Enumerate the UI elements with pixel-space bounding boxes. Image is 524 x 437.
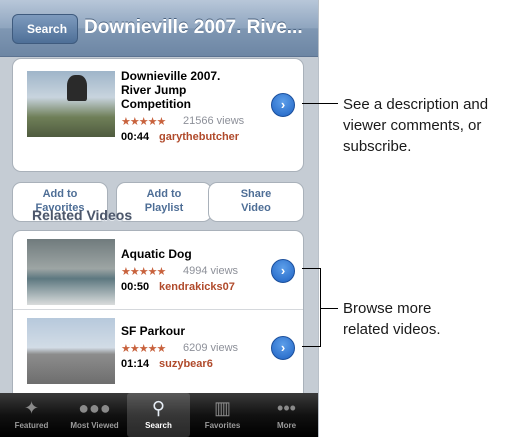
video-detail-card[interactable]: Downieville 2007. River Jump Competition… [12,58,304,172]
rating-stars: ★★★★★ [121,116,166,128]
tab-most-viewed[interactable]: ●●● Most Viewed [63,393,126,437]
related-videos-header: Related Videos [32,207,133,223]
view-count: 21566 views [183,115,245,127]
tab-bar: ✦ Featured ●●● Most Viewed ⚲ Search ▥ Fa… [0,393,318,437]
callout-description-line-3: subscribe. [343,138,412,155]
related-video-row[interactable]: Aquatic Dog ★★★★★ 4994 views 00:50 kendr… [13,231,303,310]
related-videos-list: Aquatic Dog ★★★★★ 4994 views 00:50 kendr… [12,230,304,402]
callout-line-top [302,103,338,104]
related-video-thumbnail[interactable] [27,239,115,305]
related-video-thumbnail[interactable] [27,318,115,384]
video-title-line-2: River Jump [121,83,187,97]
related-video-duration: 01:14 [121,358,150,370]
favorites-icon: ▥ [213,398,231,418]
detail-disclosure-button[interactable]: › [271,93,295,117]
share-video-line-1: Share [240,188,272,200]
add-to-favorites-line-1: Add to [42,188,78,200]
related-video-user[interactable]: suzybear6 [159,358,213,370]
related-video-title: SF Parkour [121,324,186,338]
most-viewed-icon: ●●● [78,398,111,418]
related-video-row[interactable]: SF Parkour ★★★★★ 6209 views 01:14 suzybe… [13,310,303,388]
callout-bracket-bottom [302,346,320,347]
video-thumbnail[interactable] [27,71,115,137]
video-user[interactable]: garythebutcher [159,131,239,143]
callout-bracket-top [302,268,320,269]
more-icon: ••• [277,398,296,418]
related-video-stars: ★★★★★ [121,266,166,278]
featured-icon: ✦ [23,398,40,418]
page-title: Downieville 2007. Rive... [84,17,303,38]
phone-screen: Search Downieville 2007. Rive... Downiev… [0,0,319,437]
video-duration: 00:44 [121,131,150,143]
tab-favorites-label: Favorites [204,421,241,430]
video-title-line-1: Downieville 2007. [121,69,221,83]
related-video-disclosure-button[interactable]: › [271,336,295,360]
related-video-views: 6209 views [183,342,239,354]
share-video-line-2: Video [241,202,271,214]
tab-more[interactable]: ••• More [255,393,318,437]
callout-related-line-1: Browse more [343,300,432,317]
video-title-line-3: Competition [121,97,191,111]
search-icon: ⚲ [151,398,166,418]
tab-search[interactable]: ⚲ Search [127,393,190,437]
tab-featured-label: Featured [14,421,49,430]
related-video-stars: ★★★★★ [121,343,166,355]
back-button[interactable]: Search [12,14,79,44]
tab-featured[interactable]: ✦ Featured [0,393,63,437]
callout-line-bottom [320,308,338,309]
related-video-title: Aquatic Dog [121,247,192,261]
thumbnail-subject [67,75,87,101]
tab-search-label: Search [145,421,172,430]
callout-description-line-1: See a description and [343,96,489,113]
related-video-duration: 00:50 [121,281,150,293]
callout-related-line-2: related videos. [343,321,441,338]
share-video-button[interactable]: Share Video [208,182,304,222]
callout-description-line-2: viewer comments, or [343,117,482,134]
tab-more-label: More [276,421,297,430]
related-video-user[interactable]: kendrakicks07 [159,281,235,293]
tab-favorites[interactable]: ▥ Favorites [191,393,254,437]
related-video-views: 4994 views [183,265,239,277]
navigation-bar: Search Downieville 2007. Rive... [0,0,318,57]
add-to-playlist-line-1: Add to [146,188,182,200]
related-video-disclosure-button[interactable]: › [271,259,295,283]
tab-most-viewed-label: Most Viewed [70,421,119,430]
